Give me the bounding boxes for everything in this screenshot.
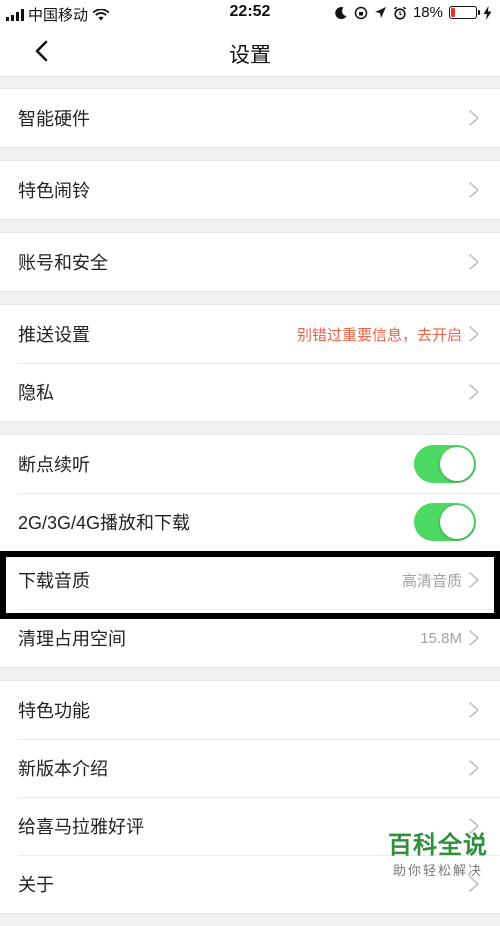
settings-row[interactable]: 账号和安全 [0,233,500,291]
settings-row-label: 隐私 [18,383,54,403]
settings-row[interactable]: 新版本介绍 [0,739,500,797]
settings-group: 断点续听 2G/3G/4G播放和下载 下载音质 高清音质清理占用空间 15.8M [0,434,500,668]
settings-row[interactable]: 下载音质 高清音质 [0,551,500,609]
status-bar: 中国移动 22:52 18% [0,0,500,26]
toggle-knob [440,505,474,539]
chevron-right-icon [469,702,479,718]
location-icon [374,7,386,18]
watermark-title: 百科全说 [388,832,488,859]
settings-row-value: 别错过重要信息，去开启 [296,326,462,344]
settings-row[interactable]: 隐私 [0,363,500,421]
settings-row-label: 账号和安全 [18,253,108,273]
toggle-switch[interactable] [414,445,476,483]
settings-group: 推送设置 别错过重要信息，去开启隐私 [0,304,500,422]
settings-row-label: 新版本介绍 [18,759,108,779]
settings-row[interactable]: 清理占用空间 15.8M [0,609,500,667]
page-title: 设置 [229,44,271,67]
status-right: 18% [334,4,492,21]
settings-row-label: 智能硬件 [18,109,90,129]
alarm-icon [393,6,407,20]
settings-list: 智能硬件特色闹铃账号和安全推送设置 别错过重要信息，去开启隐私断点续听 2G/3G/… [0,88,500,926]
settings-row[interactable]: 2G/3G/4G播放和下载 [0,493,500,551]
settings-row-value: 高清音质 [401,572,462,590]
settings-row-label: 特色功能 [18,701,90,721]
chevron-right-icon [469,254,479,270]
battery-icon [449,6,480,19]
toggle-switch[interactable] [414,503,476,541]
chevron-right-icon [469,572,479,588]
battery-fill [451,8,455,17]
watermark: 百科全说 助你轻松解决 [388,825,488,879]
settings-row-label: 2G/3G/4G播放和下载 [18,513,191,533]
chevron-right-icon [469,630,479,646]
settings-group: 智能硬件 [0,88,500,148]
watermark-subtitle: 助你轻松解决 [392,863,483,878]
chevron-right-icon [469,110,479,126]
battery-percent: 18% [412,4,443,21]
settings-row[interactable]: 特色功能 [0,681,500,739]
settings-group: 账号和安全 [0,232,500,292]
toggle-knob [440,447,474,481]
settings-row[interactable]: 断点续听 [0,435,500,493]
rotation-lock-icon [354,6,368,19]
settings-row[interactable]: 智能硬件 [0,89,500,147]
settings-row-value: 15.8M [420,629,462,647]
settings-row-label: 下载音质 [18,571,90,591]
chevron-right-icon [469,326,479,342]
chevron-right-icon [469,182,479,198]
settings-row-label: 断点续听 [18,455,90,475]
moon-icon [335,6,347,19]
chevron-right-icon [469,760,479,776]
settings-row-label: 清理占用空间 [18,629,126,649]
settings-row-label: 推送设置 [18,325,90,345]
charging-bolt-icon [483,5,492,20]
nav-bar: 设置 [0,26,500,77]
settings-row-label: 特色闹铃 [18,181,90,201]
settings-group: 特色闹铃 [0,160,500,220]
settings-row[interactable]: 特色闹铃 [0,161,500,219]
settings-row[interactable]: 推送设置 别错过重要信息，去开启 [0,305,500,363]
chevron-right-icon [469,384,479,400]
